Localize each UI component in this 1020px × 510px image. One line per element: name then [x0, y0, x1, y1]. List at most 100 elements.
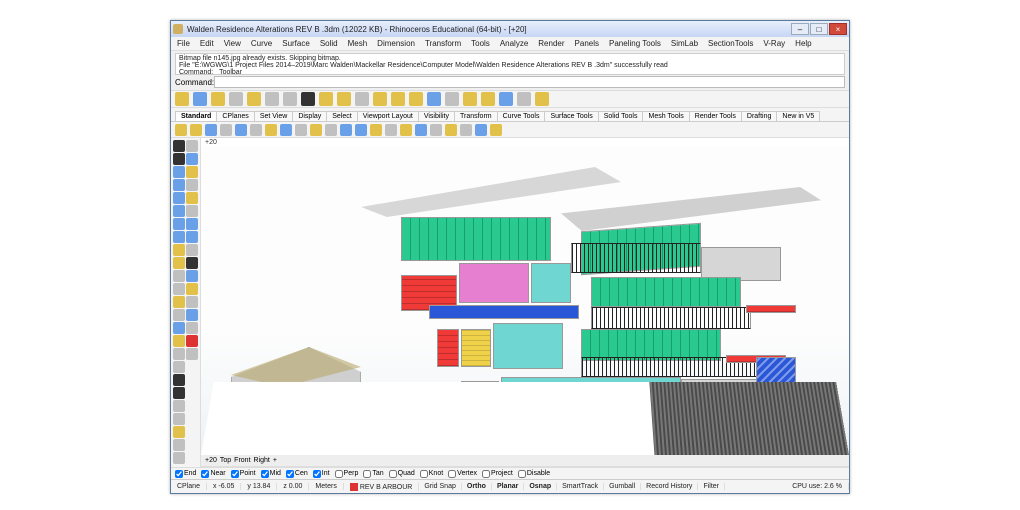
toolbar-icon[interactable]	[400, 124, 412, 136]
toggle-record-history[interactable]: Record History	[641, 483, 698, 490]
toolbar-icon[interactable]	[186, 244, 198, 256]
toolbar-icon[interactable]	[173, 205, 185, 217]
toolbar-icon[interactable]	[186, 348, 198, 360]
toolbar-icon[interactable]	[325, 124, 337, 136]
toggle-planar[interactable]: Planar	[492, 483, 524, 490]
viewport-tab[interactable]: Right	[254, 457, 270, 464]
tab-new-in-v5[interactable]: New in V5	[776, 111, 820, 121]
tab-cplanes[interactable]: CPlanes	[216, 111, 254, 121]
tab-solid-tools[interactable]: Solid Tools	[598, 111, 644, 121]
menu-v-ray[interactable]: V-Ray	[763, 39, 785, 48]
toolbar-icon[interactable]	[310, 124, 322, 136]
toolbar-icon[interactable]	[173, 374, 185, 386]
toolbar-icon[interactable]	[173, 426, 185, 438]
toolbar-icon[interactable]	[186, 270, 198, 282]
toolbar-icon[interactable]	[190, 124, 202, 136]
toolbar-icon[interactable]	[481, 92, 495, 106]
menu-edit[interactable]: Edit	[200, 39, 214, 48]
close-button[interactable]: ×	[829, 23, 847, 35]
osnap-disable[interactable]: Disable	[518, 470, 550, 478]
tab-transform[interactable]: Transform	[454, 111, 498, 121]
toolbar-icon[interactable]	[445, 92, 459, 106]
osnap-bar[interactable]: EndNearPointMidCenIntPerpTanQuadKnotVert…	[171, 467, 849, 479]
osnap-checkbox[interactable]	[420, 470, 428, 478]
toolbar-icon[interactable]	[490, 124, 502, 136]
menu-analyze[interactable]: Analyze	[500, 39, 528, 48]
toolbar-icon[interactable]	[186, 192, 198, 204]
osnap-project[interactable]: Project	[482, 470, 513, 478]
viewport-title[interactable]: +20	[201, 138, 849, 147]
osnap-int[interactable]: Int	[313, 470, 330, 478]
toolbar-icon[interactable]	[173, 192, 185, 204]
osnap-checkbox[interactable]	[286, 470, 294, 478]
toolbar-icon[interactable]	[211, 92, 225, 106]
status-z[interactable]: z 0.00	[277, 483, 309, 490]
toolbar-icon[interactable]	[186, 322, 198, 334]
toolbar-icon[interactable]	[265, 92, 279, 106]
toggle-osnap[interactable]: Osnap	[524, 483, 557, 490]
tab-curve-tools[interactable]: Curve Tools	[497, 111, 546, 121]
toolbar-icon[interactable]	[175, 92, 189, 106]
left-tool-palette[interactable]	[171, 138, 201, 467]
toolbar-icon[interactable]	[193, 92, 207, 106]
osnap-checkbox[interactable]	[313, 470, 321, 478]
menu-tools[interactable]: Tools	[471, 39, 490, 48]
menu-paneling-tools[interactable]: Paneling Tools	[609, 39, 661, 48]
toolbar-icon[interactable]	[355, 92, 369, 106]
toolbar-icon[interactable]	[205, 124, 217, 136]
toolbar-icon[interactable]	[373, 92, 387, 106]
osnap-checkbox[interactable]	[175, 470, 183, 478]
osnap-checkbox[interactable]	[231, 470, 239, 478]
secondary-toolbar[interactable]	[171, 122, 849, 138]
toolbar-icon[interactable]	[235, 124, 247, 136]
toolbar-icon[interactable]	[173, 153, 185, 165]
toolbar-icon[interactable]	[186, 179, 198, 191]
tab-viewport-layout[interactable]: Viewport Layout	[357, 111, 419, 121]
toolbar-icon[interactable]	[173, 218, 185, 230]
osnap-end[interactable]: End	[175, 470, 196, 478]
toolbar-icon[interactable]	[186, 335, 198, 347]
toolbar-icon[interactable]	[173, 348, 185, 360]
status-units[interactable]: Meters	[309, 483, 343, 490]
toolbar-icon[interactable]	[186, 231, 198, 243]
toolbar-icon[interactable]	[186, 153, 198, 165]
osnap-point[interactable]: Point	[231, 470, 256, 478]
toolbar-icon[interactable]	[173, 452, 185, 464]
osnap-checkbox[interactable]	[389, 470, 397, 478]
toolbar-icon[interactable]	[186, 257, 198, 269]
menu-render[interactable]: Render	[538, 39, 564, 48]
menu-file[interactable]: File	[177, 39, 190, 48]
tab-surface-tools[interactable]: Surface Tools	[544, 111, 598, 121]
toolbar-icon[interactable]	[415, 124, 427, 136]
toolbar-icon[interactable]	[173, 140, 185, 152]
toolbar-icon[interactable]	[280, 124, 292, 136]
osnap-tan[interactable]: Tan	[363, 470, 383, 478]
toolbar-icon[interactable]	[173, 166, 185, 178]
menu-curve[interactable]: Curve	[251, 39, 272, 48]
toolbar-icon[interactable]	[391, 92, 405, 106]
osnap-checkbox[interactable]	[201, 470, 209, 478]
toolbar-icon[interactable]	[173, 270, 185, 282]
toolbar-icon[interactable]	[499, 92, 513, 106]
tab-set-view[interactable]: Set View	[254, 111, 294, 121]
tab-display[interactable]: Display	[292, 111, 327, 121]
toggle-smarttrack[interactable]: SmartTrack	[557, 483, 604, 490]
toolbar-icon[interactable]	[385, 124, 397, 136]
toggle-grid-snap[interactable]: Grid Snap	[419, 483, 462, 490]
toolbar-icon[interactable]	[283, 92, 297, 106]
maximize-button[interactable]: □	[810, 23, 828, 35]
toolbar-icon[interactable]	[175, 124, 187, 136]
toolbar-icon[interactable]	[460, 124, 472, 136]
toolbar-icon[interactable]	[186, 296, 198, 308]
toggle-filter[interactable]: Filter	[698, 483, 725, 490]
osnap-checkbox[interactable]	[482, 470, 490, 478]
toolbar-icon[interactable]	[173, 179, 185, 191]
toolbar-icon[interactable]	[340, 124, 352, 136]
status-cpu[interactable]: CPU use: 2.6 %	[786, 483, 849, 490]
menubar[interactable]: FileEditViewCurveSurfaceSolidMeshDimensi…	[171, 37, 849, 51]
toolbar-icon[interactable]	[173, 257, 185, 269]
command-input[interactable]	[214, 76, 845, 88]
osnap-vertex[interactable]: Vertex	[448, 470, 477, 478]
toolbar-icon[interactable]	[186, 283, 198, 295]
toolbar-icon[interactable]	[173, 296, 185, 308]
